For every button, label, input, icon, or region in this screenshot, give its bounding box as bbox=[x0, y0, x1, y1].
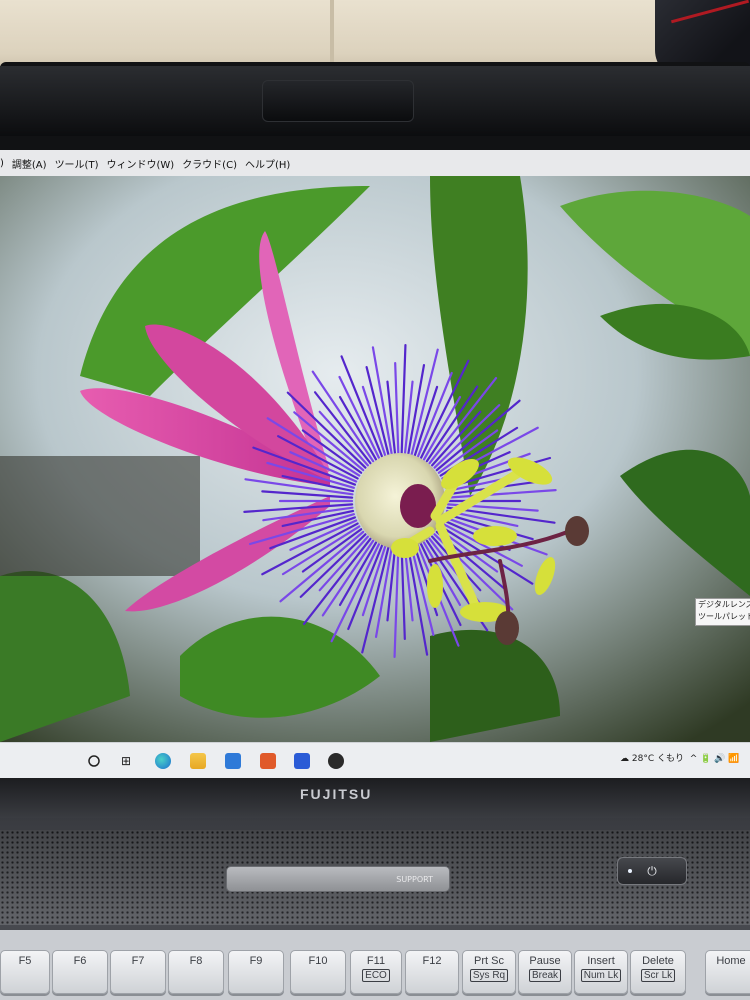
brand-logo: FUJITSU bbox=[300, 786, 373, 802]
key-pause[interactable]: Pause Break bbox=[518, 950, 572, 994]
tooltip-line-2: ツールパレットか bbox=[698, 612, 750, 621]
key-home[interactable]: Home bbox=[705, 950, 750, 994]
key-label: F8 bbox=[189, 955, 203, 967]
key-f11[interactable]: F11 ECO bbox=[350, 950, 402, 994]
menu-item-adjust[interactable]: 調整(A) bbox=[12, 156, 47, 171]
search-icon[interactable] bbox=[86, 753, 102, 769]
key-sublabel: ECO bbox=[362, 969, 390, 982]
menu-item-partial[interactable]: ) bbox=[0, 158, 4, 169]
key-label: F9 bbox=[249, 955, 263, 967]
menu-item-tools[interactable]: ツール(T) bbox=[55, 156, 99, 171]
tray-icons[interactable]: ^ 🔋 🔊 📶 bbox=[687, 754, 740, 764]
search-icon-glyph bbox=[88, 755, 100, 767]
key-f10[interactable]: F10 bbox=[290, 950, 346, 994]
key-f12[interactable]: F12 bbox=[405, 950, 459, 994]
app-icon[interactable] bbox=[260, 753, 276, 769]
key-insert[interactable]: Insert Num Lk bbox=[574, 950, 628, 994]
edge-icon[interactable] bbox=[155, 753, 171, 769]
app-icon-2[interactable] bbox=[294, 753, 310, 769]
file-explorer-icon[interactable] bbox=[190, 753, 206, 769]
key-prt-sc[interactable]: Prt Sc Sys Rq bbox=[462, 950, 516, 994]
key-f9[interactable]: F9 bbox=[228, 950, 284, 994]
key-label: Insert bbox=[587, 955, 615, 967]
support-button[interactable]: SUPPORT bbox=[226, 866, 450, 892]
key-label: Prt Sc bbox=[474, 955, 504, 967]
key-sublabel: Sys Rq bbox=[469, 969, 509, 982]
windows-taskbar: ⊞ ☁ 28°C くもり ^ 🔋 🔊 📶 bbox=[0, 742, 750, 779]
key-label: Pause bbox=[529, 955, 561, 967]
sofa-seam bbox=[330, 0, 334, 70]
task-view-icon[interactable]: ⊞ bbox=[118, 753, 134, 769]
flower-photo-svg bbox=[0, 176, 750, 742]
mail-icon[interactable] bbox=[225, 753, 241, 769]
key-label: F12 bbox=[422, 955, 442, 967]
key-label: F11 bbox=[366, 955, 386, 967]
key-label: Home bbox=[716, 955, 746, 967]
power-icon: ⏻ bbox=[647, 864, 657, 878]
key-delete[interactable]: Delete Scr Lk bbox=[630, 950, 686, 994]
key-label: F5 bbox=[18, 955, 32, 967]
power-led bbox=[628, 869, 632, 873]
tooltip-line-1: デジタルレンズオ bbox=[698, 600, 750, 609]
key-sublabel: Break bbox=[528, 969, 562, 982]
key-label: F7 bbox=[131, 955, 145, 967]
key-f7[interactable]: F7 bbox=[110, 950, 166, 994]
key-f8[interactable]: F8 bbox=[168, 950, 224, 994]
key-label: F6 bbox=[73, 955, 87, 967]
system-tray: ☁ 28°C くもり ^ 🔋 🔊 📶 bbox=[620, 751, 739, 764]
key-label: Delete bbox=[642, 955, 674, 967]
menu-item-cloud[interactable]: クラウド(C) bbox=[182, 156, 237, 171]
menu-item-help[interactable]: ヘルプ(H) bbox=[245, 156, 290, 171]
key-sublabel: Num Lk bbox=[580, 969, 622, 982]
app-icon-3[interactable] bbox=[328, 753, 344, 769]
app-menubar: ) 調整(A) ツール(T) ウィンドウ(W) クラウド(C) ヘルプ(H) bbox=[0, 150, 750, 176]
laptop-hinge bbox=[0, 778, 750, 818]
key-f6[interactable]: F6 bbox=[52, 950, 108, 994]
key-label: F10 bbox=[308, 955, 328, 967]
webcam-housing bbox=[262, 80, 414, 122]
key-f5[interactable]: F5 bbox=[0, 950, 50, 994]
flower-photo bbox=[0, 176, 750, 742]
tooltip-popup: デジタルレンズオ ツールパレットか bbox=[695, 598, 750, 626]
power-button[interactable]: ⏻ bbox=[617, 857, 687, 885]
menu-item-window[interactable]: ウィンドウ(W) bbox=[106, 156, 174, 171]
key-sublabel: Scr Lk bbox=[640, 969, 676, 982]
weather-icon: ☁ bbox=[620, 754, 629, 764]
weather-text[interactable]: 28°C くもり bbox=[632, 754, 684, 764]
